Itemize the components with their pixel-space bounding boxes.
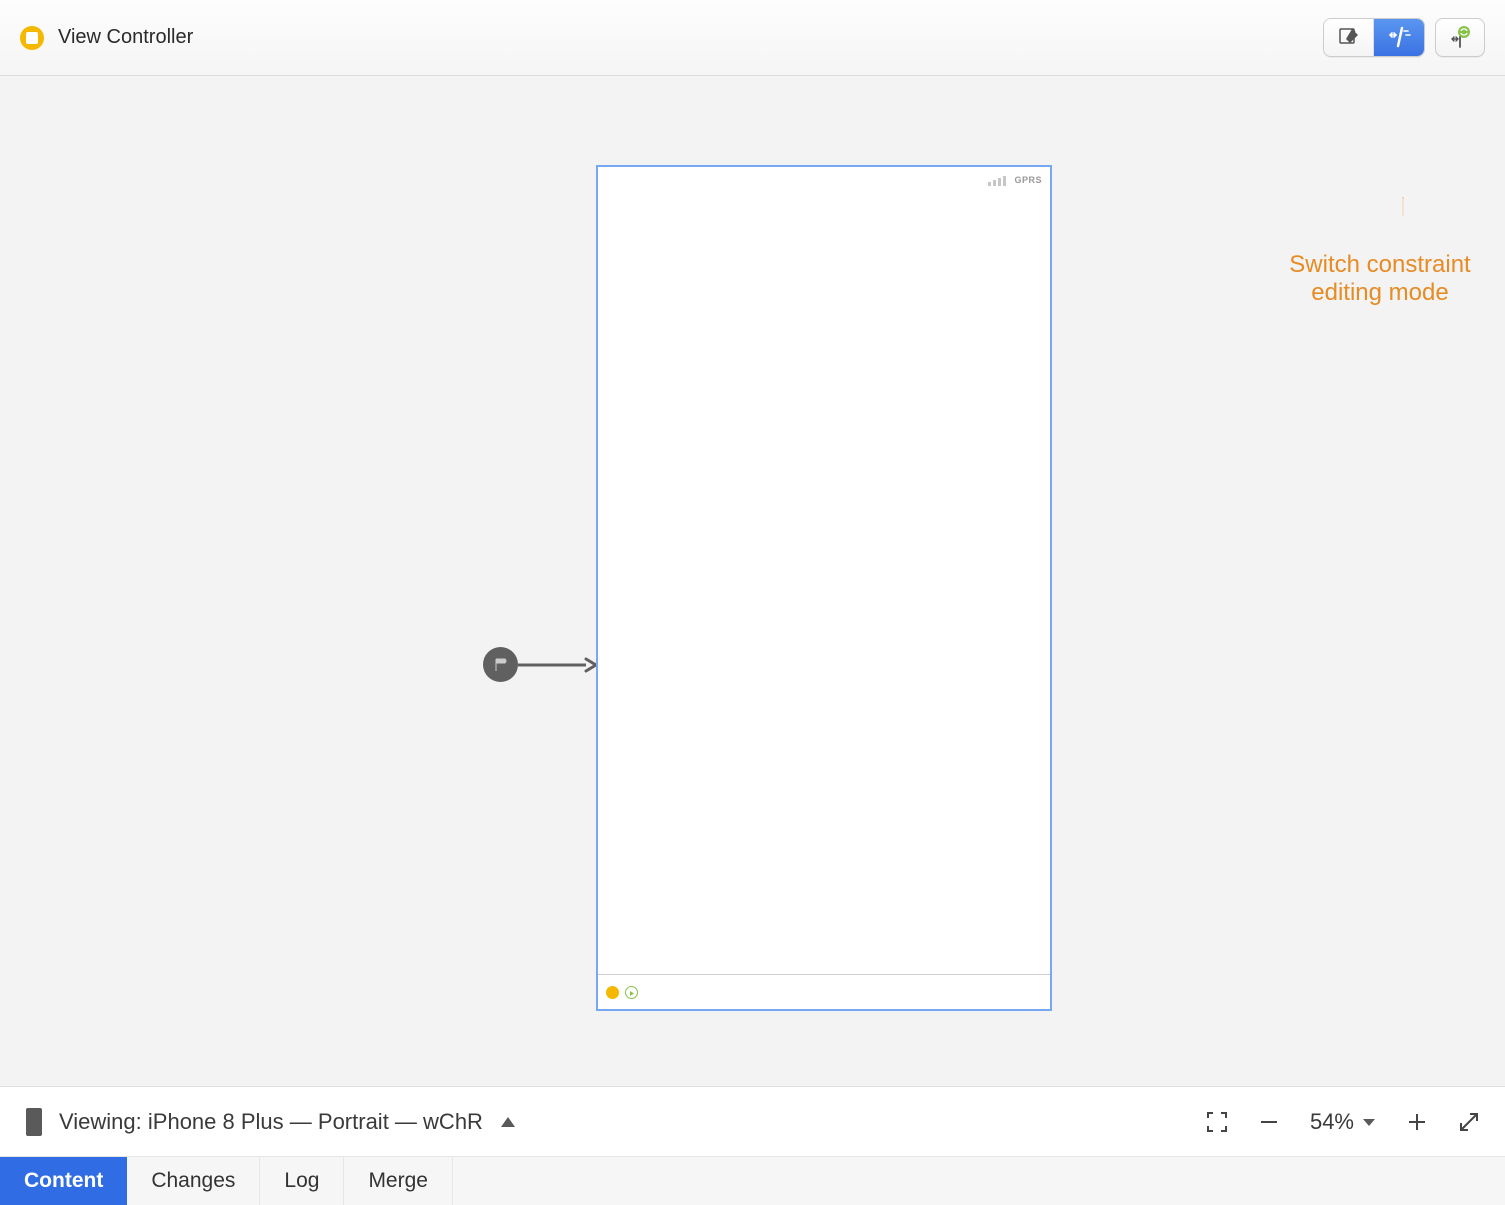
header-left: View Controller xyxy=(20,26,193,50)
tab-log[interactable]: Log xyxy=(260,1157,344,1205)
flag-icon xyxy=(483,647,518,682)
bottom-right: 54% xyxy=(1206,1109,1480,1135)
bottom-left: Viewing: iPhone 8 Plus — Portrait — wChR xyxy=(25,1107,517,1137)
canvas-area[interactable]: GPRS Switch constraint editing mode xyxy=(0,76,1505,1086)
zoom-out-button[interactable] xyxy=(1258,1111,1280,1133)
initial-view-controller-indicator[interactable] xyxy=(483,647,598,682)
scene-dock-exit-icon[interactable] xyxy=(625,986,638,999)
fullscreen-icon[interactable] xyxy=(1206,1111,1228,1133)
header-right xyxy=(1323,18,1485,57)
chevron-down-icon xyxy=(1362,1115,1376,1129)
scene-dock[interactable] xyxy=(598,974,1050,1009)
pencil-edit-button[interactable] xyxy=(1324,19,1374,56)
tab-merge[interactable]: Merge xyxy=(344,1157,453,1205)
zoom-in-button[interactable] xyxy=(1406,1111,1428,1133)
phone-preview[interactable]: GPRS xyxy=(596,165,1052,1011)
device-icon xyxy=(25,1107,43,1137)
expand-icon[interactable] xyxy=(1458,1111,1480,1133)
tab-changes[interactable]: Changes xyxy=(127,1157,260,1205)
network-label: GPRS xyxy=(1014,175,1042,185)
status-bar: GPRS xyxy=(598,167,1050,193)
header: View Controller xyxy=(0,0,1505,76)
constraint-edit-button[interactable] xyxy=(1374,19,1424,56)
zoom-display[interactable]: 54% xyxy=(1310,1109,1376,1135)
bottom-toolbar: Viewing: iPhone 8 Plus — Portrait — wChR… xyxy=(0,1086,1505,1156)
tab-content[interactable]: Content xyxy=(0,1157,127,1205)
toolbar-segmented xyxy=(1323,18,1425,57)
annotation-arrow-icon xyxy=(1402,161,1404,251)
page-title: View Controller xyxy=(58,26,193,49)
scene-dock-view-controller-icon[interactable] xyxy=(606,986,619,999)
view-controller-icon xyxy=(20,26,44,50)
bottom-info[interactable]: Viewing: iPhone 8 Plus — Portrait — wChR xyxy=(59,1109,483,1135)
triangle-up-icon[interactable] xyxy=(499,1113,517,1131)
arrow-right-icon xyxy=(518,655,598,675)
toggle-mode-button[interactable] xyxy=(1435,18,1485,57)
tab-bar: Content Changes Log Merge xyxy=(0,1156,1505,1205)
signal-icon xyxy=(988,174,1008,186)
annotation-text: Switch constraint editing mode xyxy=(1265,251,1495,307)
